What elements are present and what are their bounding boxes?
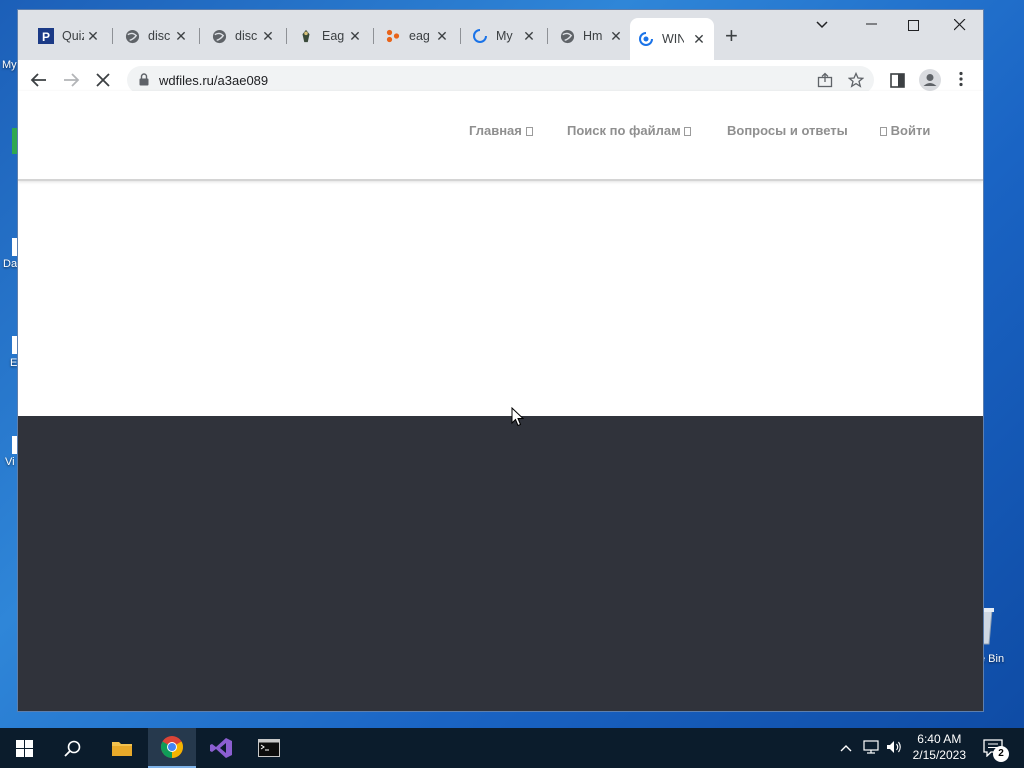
browser-window: P Quiz ✕ disc ✕ disc ✕ — [18, 10, 983, 711]
close-tab-icon[interactable]: ✕ — [522, 28, 536, 45]
mouse-cursor-icon — [511, 406, 525, 432]
tab-title: eag — [409, 29, 430, 43]
loading-spinner-icon — [638, 31, 654, 47]
chrome-taskbar-icon[interactable] — [148, 728, 196, 768]
tab-separator — [373, 28, 374, 44]
visual-studio-icon[interactable] — [197, 728, 245, 768]
tab-my[interactable]: My ✕ — [464, 22, 544, 50]
tab-win-active[interactable]: WIN ✕ — [630, 18, 714, 60]
tab-eag-2[interactable]: eag ✕ — [377, 22, 457, 50]
tab-separator — [460, 28, 461, 44]
search-icon[interactable] — [48, 728, 96, 768]
menu-kebab-icon[interactable] — [958, 71, 964, 92]
tab-title: Eag — [322, 29, 344, 43]
url-text[interactable]: wdfiles.ru/a3ae089 — [159, 73, 268, 88]
eagle-icon — [298, 28, 314, 44]
nav-login[interactable]: Войти — [880, 123, 930, 138]
network-icon[interactable] — [863, 740, 879, 757]
login-icon — [880, 127, 887, 136]
maximize-button[interactable] — [908, 19, 920, 36]
web-page: Главная Поиск по файлам Вопросы и ответы… — [18, 91, 983, 711]
close-tab-icon[interactable]: ✕ — [609, 28, 623, 45]
tab-eagle[interactable]: Eag ✕ — [290, 22, 370, 50]
orange-logo-icon — [385, 28, 401, 44]
svg-text:P: P — [42, 30, 50, 44]
file-explorer-icon[interactable] — [98, 728, 146, 768]
show-hidden-icons-chevron-icon[interactable] — [840, 740, 852, 755]
desktop-icon-label[interactable]: Vi — [5, 456, 15, 468]
nav-faq[interactable]: Вопросы и ответы — [727, 123, 848, 138]
volume-icon[interactable] — [886, 740, 902, 757]
tab-separator — [547, 28, 548, 44]
tab-strip: P Quiz ✕ disc ✕ disc ✕ — [18, 10, 983, 60]
nav-search-files[interactable]: Поиск по файлам — [567, 123, 692, 138]
clock-time: 6:40 AM — [917, 732, 962, 746]
close-tab-icon[interactable]: ✕ — [174, 28, 188, 45]
tab-separator — [199, 28, 200, 44]
tab-disc-2[interactable]: disc ✕ — [203, 22, 283, 50]
site-header: Главная Поиск по файлам Вопросы и ответы… — [18, 91, 983, 181]
nav-faq-label: Вопросы и ответы — [727, 123, 848, 138]
desktop-icon-label[interactable]: Da — [3, 258, 17, 270]
bookmark-star-icon[interactable] — [847, 71, 865, 92]
tab-quiz[interactable]: P Quiz ✕ — [30, 22, 108, 50]
close-tab-icon[interactable]: ✕ — [86, 28, 100, 45]
tab-title: WIN — [662, 32, 684, 46]
nav-login-label: Войти — [890, 123, 931, 138]
close-tab-icon[interactable]: ✕ — [692, 31, 706, 48]
lock-icon[interactable] — [139, 73, 149, 91]
minimize-button[interactable] — [866, 14, 878, 34]
new-tab-button[interactable]: + — [725, 23, 738, 49]
chevron-down-icon — [684, 127, 692, 136]
clock-date: 2/15/2023 — [912, 748, 966, 762]
loading-spinner-icon — [472, 28, 488, 44]
start-button[interactable] — [0, 728, 48, 768]
tab-title: disc — [235, 29, 257, 43]
stop-loading-button[interactable] — [95, 72, 111, 93]
taskbar: 6:40 AM 2/15/2023 2 — [0, 728, 1024, 768]
terminal-icon[interactable] — [245, 728, 293, 768]
tab-separator — [286, 28, 287, 44]
globe-icon — [211, 28, 227, 44]
globe-icon — [124, 28, 140, 44]
side-panel-icon[interactable] — [890, 72, 905, 93]
nav-home-label: Главная — [469, 123, 522, 138]
desktop-icon-label[interactable]: My — [2, 59, 17, 71]
share-icon[interactable] — [817, 72, 833, 92]
desktop-icon-label[interactable]: E — [10, 357, 17, 369]
chevron-down-icon — [525, 127, 533, 136]
system-clock[interactable]: 6:40 AM 2/15/2023 — [913, 731, 966, 763]
nav-search-label: Поиск по файлам — [567, 123, 681, 138]
nav-home[interactable]: Главная — [469, 123, 533, 138]
tab-title: My — [496, 29, 513, 43]
tab-title: disc — [148, 29, 170, 43]
close-tab-icon[interactable]: ✕ — [261, 28, 275, 45]
close-tab-icon[interactable]: ✕ — [435, 28, 449, 45]
close-tab-icon[interactable]: ✕ — [348, 28, 362, 45]
tab-search-chevron-icon[interactable] — [816, 16, 828, 33]
tab-separator — [112, 28, 113, 44]
tab-title: Quiz — [62, 29, 84, 43]
address-bar[interactable]: wdfiles.ru/a3ae089 — [127, 66, 874, 94]
dark-content-section — [18, 416, 983, 711]
close-window-button[interactable] — [953, 18, 966, 35]
tab-title: Hm — [583, 29, 603, 43]
globe-icon — [559, 28, 575, 44]
tab-disc-1[interactable]: disc ✕ — [116, 22, 196, 50]
p-logo-icon: P — [38, 28, 54, 44]
notification-count-badge: 2 — [993, 746, 1009, 762]
tab-hm[interactable]: Hm ✕ — [551, 22, 631, 50]
